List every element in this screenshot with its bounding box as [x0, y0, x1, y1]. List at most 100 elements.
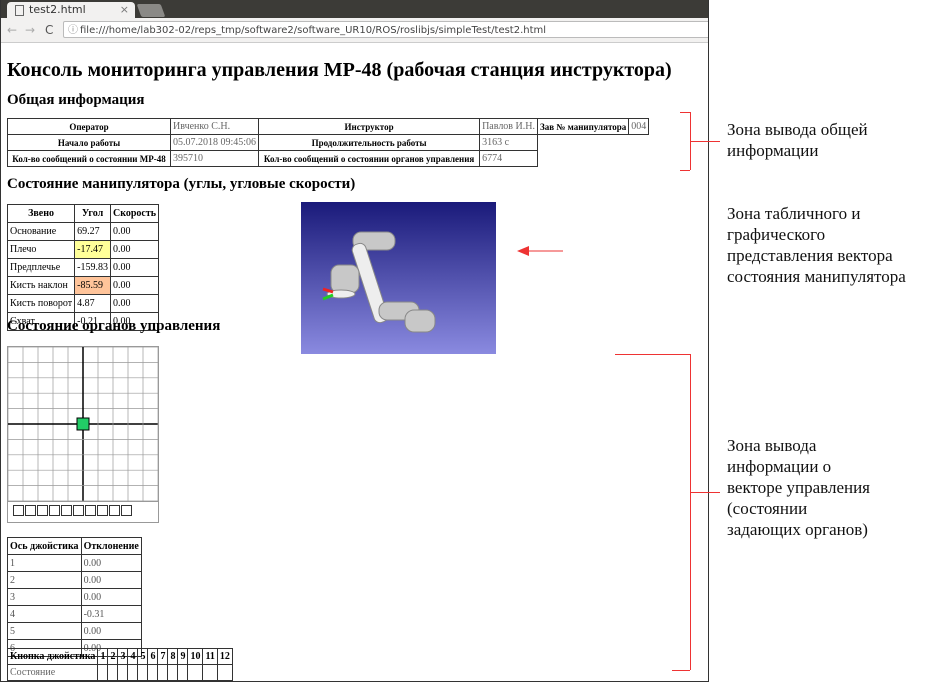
axis-number: 3 — [7, 588, 82, 606]
tab-bar: test2.html × — [1, 0, 708, 18]
button-state — [167, 664, 179, 681]
joystick-cursor — [76, 417, 90, 431]
url-text: file:///home/lab302-02/reps_tmp/software… — [80, 25, 547, 36]
button-indicator — [121, 505, 132, 516]
button-number: 5 — [137, 648, 149, 665]
document-icon — [15, 5, 24, 16]
joint-speed: 0.00 — [109, 258, 160, 277]
new-tab-button[interactable] — [136, 4, 166, 17]
axis-value: 0.00 — [80, 622, 142, 640]
joint-speed: 0.00 — [109, 240, 160, 259]
axis-number: 4 — [7, 605, 82, 623]
tab-title: test2.html — [29, 3, 86, 16]
arrow-icon — [517, 246, 563, 256]
joystick-buttons-indicator — [7, 500, 159, 523]
button-indicator — [37, 505, 48, 516]
axis-row: 3 0.00 — [7, 588, 142, 606]
joint-angle: -17.47 — [74, 240, 111, 259]
button-number: 12 — [216, 648, 233, 665]
button-state — [107, 664, 119, 681]
msg-mr-label: Кол-во сообщений о состоянии МР-48 — [7, 150, 171, 167]
joint-row: Кисть наклон -85.59 0.00 — [6, 276, 160, 295]
annotation-general: Зона вывода общей информации — [727, 119, 868, 161]
button-state — [187, 664, 204, 681]
annotation-line: Зона вывода — [727, 436, 817, 455]
col-header: Угол — [74, 204, 111, 223]
button-indicator — [97, 505, 108, 516]
joint-name: Предплечье — [6, 258, 76, 277]
close-icon[interactable]: × — [120, 2, 129, 18]
button-number: 1 — [97, 648, 109, 665]
axis-value: 0.00 — [80, 571, 142, 589]
annotation-line: представления вектора — [727, 246, 893, 265]
axis-row: 4 -0.31 — [7, 605, 142, 623]
duration-label: Продолжительность работы — [258, 134, 481, 151]
forward-icon[interactable]: → — [25, 23, 35, 37]
annotation-line: задающих органов) — [727, 520, 868, 539]
general-heading: Общая информация — [7, 92, 145, 108]
start-label: Начало работы — [7, 134, 171, 151]
back-icon[interactable]: ← — [7, 23, 17, 37]
instructor-label: Инструктор — [258, 118, 481, 135]
button-indicator — [61, 505, 72, 516]
col-header: Скорость — [109, 204, 160, 223]
joints-table: Звено Угол Скорость Основание 69.27 0.00 Плеч… — [6, 204, 160, 331]
axis-number: 1 — [7, 554, 82, 572]
address-bar: ← → C ⓘ file:///home/lab302-02/reps_tmp/s… — [1, 18, 708, 43]
bracket-line — [672, 670, 690, 671]
axis-row: 5 0.00 — [7, 622, 142, 640]
buttons-table: Кнопка джойстика 1 2 3 4 5 6 7 8 9 10 11 12 Состояни… — [6, 648, 233, 681]
operator-label: Оператор — [7, 118, 171, 135]
annotation-line: векторе управления — [727, 478, 870, 497]
joint-angle: -159.83 — [74, 258, 111, 277]
axes-table: Ось джойстика Отклонение 1 0.00 2 0.00 3 0.00 4… — [7, 537, 142, 657]
info-icon: ⓘ — [68, 25, 78, 36]
serial-value: 004 — [628, 118, 650, 135]
bracket-line — [680, 112, 690, 113]
annotation-line: информации — [727, 141, 819, 160]
button-state — [202, 664, 218, 681]
button-indicator — [85, 505, 96, 516]
buttons-label: Кнопка джойстика — [6, 648, 99, 665]
button-number: 7 — [157, 648, 169, 665]
controls-heading: Состояние органов управления — [7, 318, 221, 334]
button-number: 8 — [167, 648, 179, 665]
col-header: Ось джойстика — [7, 537, 82, 555]
joint-name: Плечо — [6, 240, 76, 259]
button-number: 9 — [177, 648, 189, 665]
axis-row: 2 0.00 — [7, 571, 142, 589]
page-title: Консоль мониторинга управления МР-48 (ра… — [7, 59, 672, 81]
button-state — [137, 664, 149, 681]
axis-value: 0.00 — [80, 588, 142, 606]
joint-speed: 0.00 — [109, 294, 160, 313]
state-label: Состояние — [6, 664, 99, 681]
button-state — [157, 664, 169, 681]
annotation-manipulator: Зона табличного и графического представлен… — [727, 203, 906, 287]
operator-value: Ивченко С.Н. — [169, 118, 260, 135]
manipulator-heading: Состояние манипулятора (углы, угловые ск… — [7, 176, 356, 192]
joint-row: Основание 69.27 0.00 — [6, 222, 160, 241]
col-header: Отклонение — [80, 537, 142, 555]
duration-value: 3163 с — [479, 134, 538, 151]
joint-row: Предплечье -159.83 0.00 — [6, 258, 160, 277]
axis-row: 1 0.00 — [7, 554, 142, 572]
joint-row: Кисть поворот 4.87 0.00 — [6, 294, 160, 313]
url-input[interactable]: ⓘ file:///home/lab302-02/reps_tmp/softwar… — [63, 21, 708, 38]
joint-angle: -85.59 — [74, 276, 111, 295]
robot-3d-view[interactable] — [301, 202, 496, 354]
axis-value: 0.00 — [80, 554, 142, 572]
annotation-line: информации о — [727, 457, 832, 476]
start-value: 05.07.2018 09:45:06 — [169, 134, 260, 151]
button-indicator — [49, 505, 60, 516]
reload-icon[interactable]: C — [45, 23, 53, 37]
button-indicator — [109, 505, 120, 516]
button-number: 2 — [107, 648, 119, 665]
serial-label: Зав № манипулятора — [536, 118, 630, 135]
button-state — [117, 664, 129, 681]
joint-row: Плечо -17.47 0.00 — [6, 240, 160, 259]
browser-tab[interactable]: test2.html × — [7, 2, 135, 18]
msg-ctrl-label: Кол-во сообщений о состоянии органов упр… — [258, 150, 481, 167]
button-state — [147, 664, 159, 681]
button-number: 10 — [187, 648, 204, 665]
annotation-line: графического — [727, 225, 826, 244]
